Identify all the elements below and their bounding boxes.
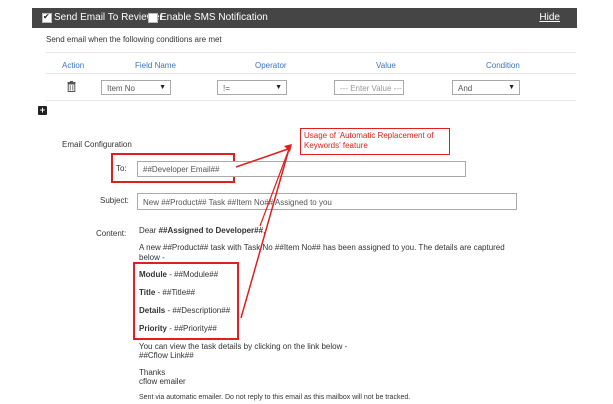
to-value: ##Developer Email## <box>143 165 220 174</box>
sms-label: Enable SMS Notification <box>160 12 268 23</box>
greeting-prefix: Dear <box>139 226 159 235</box>
hide-link[interactable]: Hide <box>539 12 560 23</box>
field-label: Details <box>139 306 166 315</box>
field-name-select[interactable]: Item No ▼ <box>101 80 171 95</box>
divider <box>46 52 576 53</box>
thanks-line: Thanks <box>139 368 166 377</box>
value-placeholder: --- Enter Value --- <box>340 84 402 93</box>
condition-select[interactable]: And ▼ <box>452 80 520 95</box>
chevron-down-icon: ▼ <box>159 84 166 91</box>
notification-header-bar: Send Email To Reviewer Enable SMS Notifi… <box>32 8 577 28</box>
to-input[interactable]: ##Developer Email## <box>137 161 466 177</box>
col-header-condition: Condition <box>486 61 520 70</box>
field-value: - ##Description## <box>165 306 231 315</box>
value-input[interactable]: --- Enter Value --- <box>334 80 404 95</box>
greeting-line: Dear ##Assigned to Developer##, <box>139 226 265 235</box>
view-link-line: ##Cflow Link## <box>139 351 194 360</box>
condition-value: And <box>458 84 473 93</box>
chevron-down-icon: ▼ <box>508 84 515 91</box>
field-value: - ##Module## <box>167 270 219 279</box>
greeting-suffix: , <box>263 226 266 235</box>
conditions-description: Send email when the following conditions… <box>46 35 222 44</box>
divider <box>46 73 576 74</box>
sms-checkbox[interactable] <box>148 13 158 23</box>
intro-line: below - <box>139 253 165 262</box>
footer-line: Sent via automatic emailer. Do not reply… <box>139 394 411 401</box>
to-label: To: <box>116 164 127 173</box>
field-details: Details - ##Description## <box>139 306 230 315</box>
subject-input[interactable]: New ##Product## Task ##Item No## Assigne… <box>137 193 517 210</box>
field-module: Module - ##Module## <box>139 270 218 279</box>
col-header-value: Value <box>376 61 396 70</box>
signature-line: cflow emailer <box>139 377 186 386</box>
subject-label: Subject: <box>100 196 129 205</box>
col-header-field-name: Field Name <box>135 61 176 70</box>
plus-icon[interactable]: + <box>38 106 47 115</box>
view-line: You can view the task details by clickin… <box>139 342 348 351</box>
subject-value: New ##Product## Task ##Item No## Assigne… <box>143 198 332 207</box>
email-config-title: Email Configuration <box>62 140 132 149</box>
field-priority: Priority - ##Priority## <box>139 324 217 333</box>
field-value: - ##Priority## <box>167 324 217 333</box>
field-label: Title <box>139 288 156 297</box>
operator-select[interactable]: != ▼ <box>217 80 287 95</box>
field-value: - ##Title## <box>155 288 196 297</box>
send-email-checkbox[interactable] <box>42 12 52 23</box>
content-label: Content: <box>96 229 127 238</box>
field-title: Title - ##Title## <box>139 288 195 297</box>
annotation-callout: Usage of 'Automatic Replacement of Keywo… <box>300 128 450 155</box>
trash-icon[interactable] <box>67 81 76 92</box>
chevron-down-icon: ▼ <box>275 84 282 91</box>
field-label: Module <box>139 270 167 279</box>
greeting-keyword: ##Assigned to Developer## <box>158 226 264 235</box>
field-name-value: Item No <box>107 84 136 93</box>
col-header-action: Action <box>62 61 85 70</box>
col-header-operator: Operator <box>255 61 287 70</box>
field-label: Priority <box>139 324 168 333</box>
send-email-label: Send Email To Reviewer <box>54 12 163 23</box>
operator-value: != <box>223 84 230 93</box>
intro-line: A new ##Product## task with Task No ##It… <box>139 243 505 252</box>
divider <box>46 100 576 101</box>
